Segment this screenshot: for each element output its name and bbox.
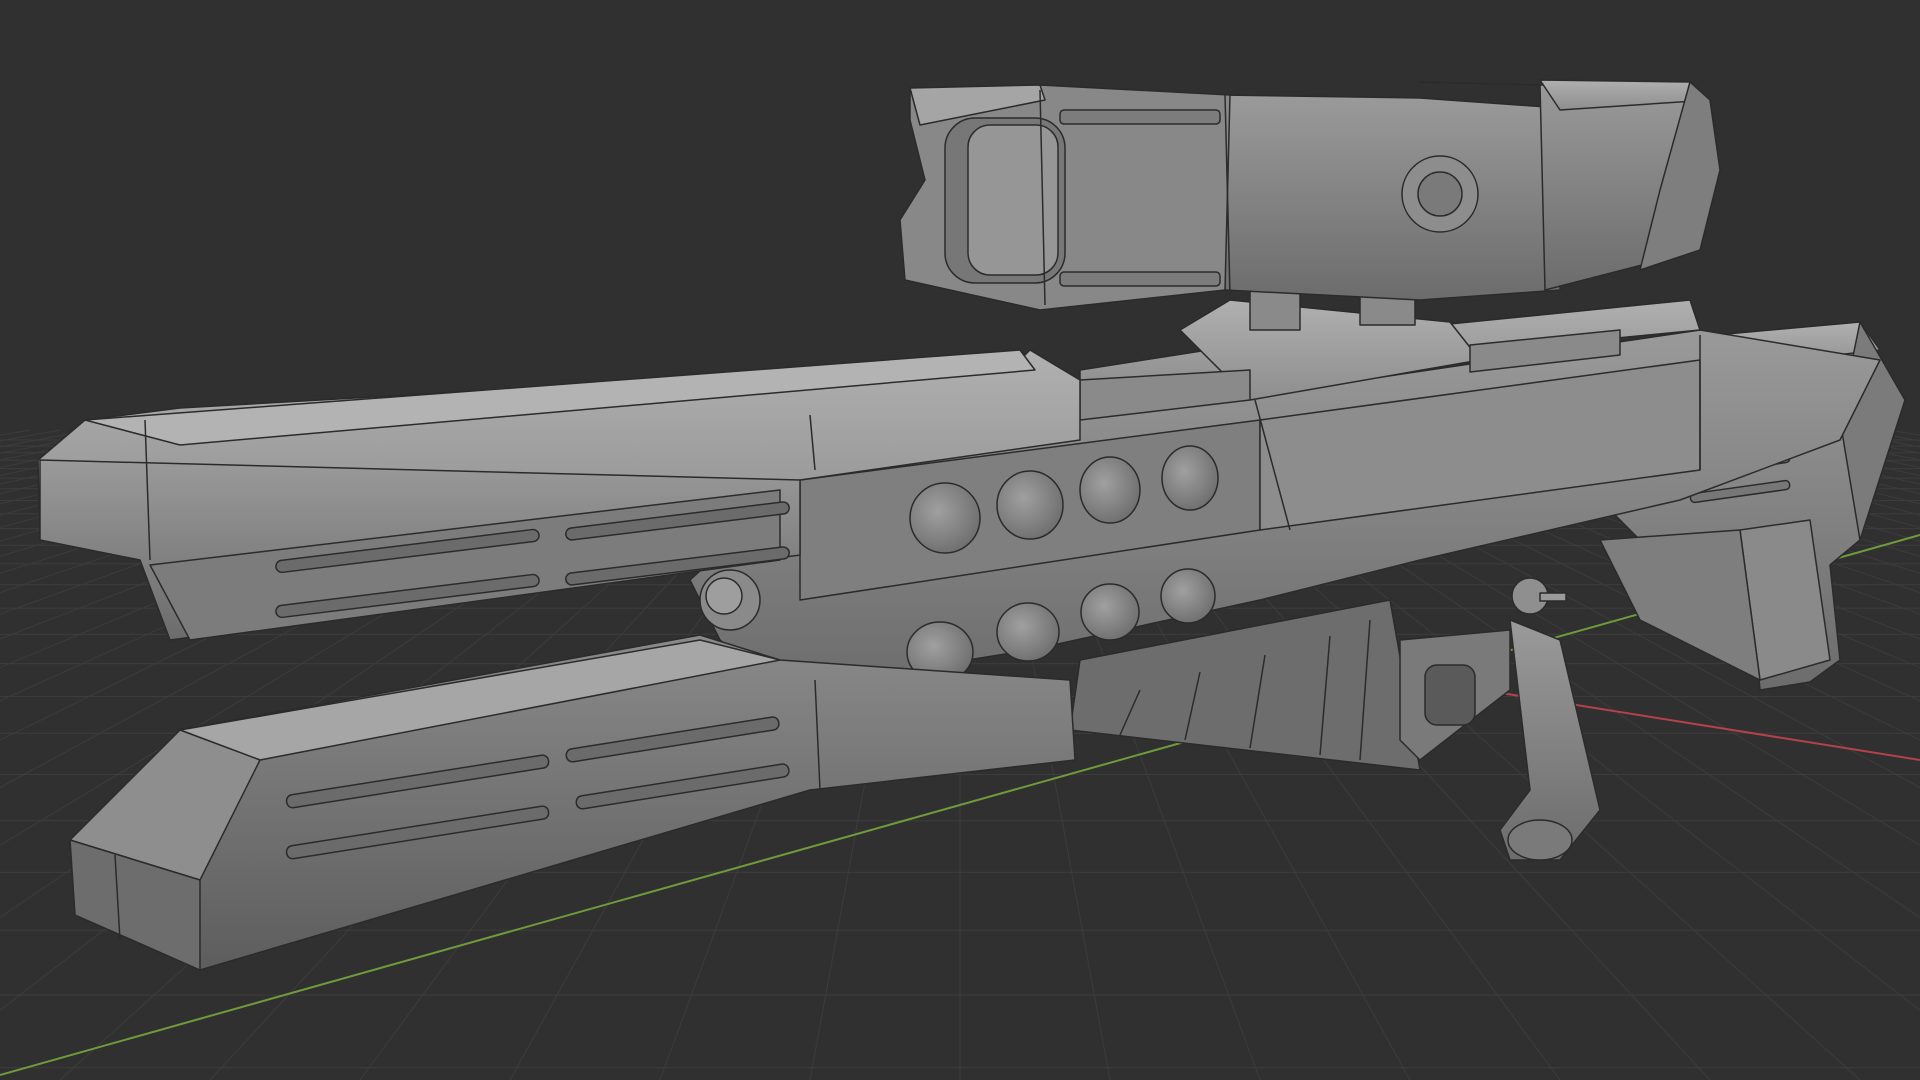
3d-viewport[interactable] (0, 0, 1920, 1080)
rifle-scope[interactable] (899, 79, 1721, 311)
trigger-guard[interactable] (1399, 629, 1511, 761)
viewport-canvas[interactable] (0, 0, 1920, 1080)
rifle-mesh[interactable] (37, 79, 1906, 971)
grid-line (0, 429, 31, 436)
pistol-grip[interactable] (1499, 619, 1601, 861)
side-knob[interactable] (699, 569, 761, 631)
barrel-shroud-lower[interactable] (69, 634, 1076, 971)
